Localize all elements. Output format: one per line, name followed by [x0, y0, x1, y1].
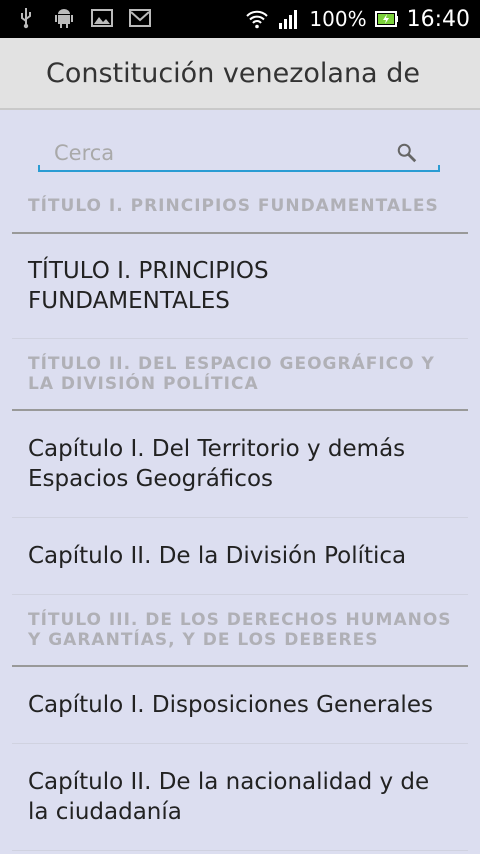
battery-icon: [374, 11, 398, 27]
status-bar: 100% 16:40: [0, 0, 480, 38]
list-item[interactable]: TÍTULO I. PRINCIPIOS FUNDAMENTALES: [12, 234, 468, 339]
section-header: TÍTULO III. DE LOS DERECHOS HUMANOS Y GA…: [12, 595, 468, 667]
section-header: TÍTULO II. DEL ESPACIO GEOGRÁFICO Y LA D…: [12, 339, 468, 411]
android-icon: [55, 9, 73, 28]
notification-icons: [14, 6, 152, 30]
wifi-icon: [246, 10, 269, 29]
system-indicators: 100% 16:40: [245, 0, 470, 38]
battery-percent: 100%: [309, 7, 367, 31]
signal-icon: [279, 10, 298, 29]
clock: 16:40: [406, 6, 470, 32]
section-header: TÍTULO I. PRINCIPIOS FUNDAMENTALES: [12, 190, 468, 234]
action-bar: Constitución venezolana de: [0, 38, 480, 110]
search-underline: [38, 165, 440, 172]
mail-icon: [129, 9, 151, 27]
search-input[interactable]: Cerca: [38, 136, 414, 170]
page-title: Constitución venezolana de: [46, 58, 420, 89]
image-icon: [91, 9, 113, 27]
usb-icon: [21, 8, 31, 29]
list-item[interactable]: Capítulo I. Del Territorio y demás Espac…: [12, 411, 468, 518]
search-icon[interactable]: [396, 142, 418, 164]
list-item[interactable]: Capítulo I. Disposiciones Generales: [12, 667, 468, 744]
list-item[interactable]: Capítulo II. De la División Política: [12, 518, 468, 595]
chapter-list: TÍTULO I. PRINCIPIOS FUNDAMENTALES TÍTUL…: [12, 190, 468, 851]
search-box[interactable]: Cerca: [38, 136, 440, 172]
list-item[interactable]: Capítulo II. De la nacionalidad y de la …: [12, 744, 468, 851]
